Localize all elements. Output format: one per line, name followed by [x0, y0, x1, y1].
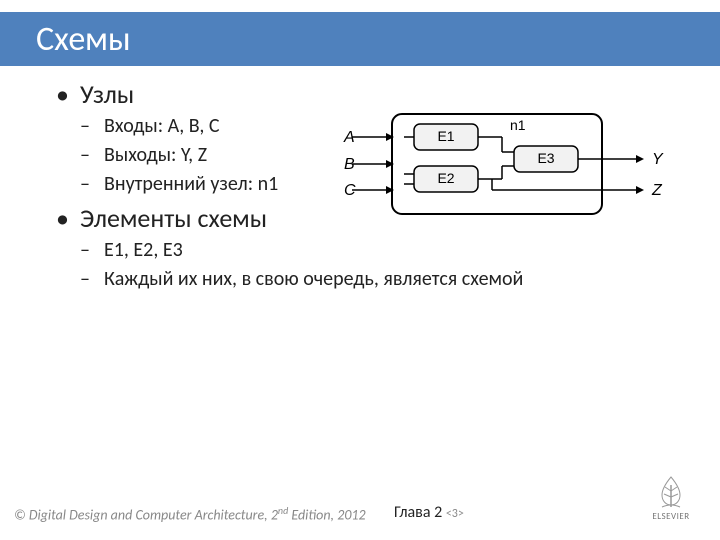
chapter-text: Глава 2 [394, 503, 446, 522]
label-Y: Y [652, 151, 664, 168]
element-E1-label: E1 [437, 128, 454, 144]
circuit-diagram: E1 E2 E3 [322, 104, 672, 224]
slide-number: <3> [446, 507, 464, 521]
copyright-pre: © Digital Design and Computer Architectu… [14, 507, 278, 524]
title-bar: Схемы [0, 12, 720, 66]
elsevier-tree-icon [652, 473, 690, 509]
copyright-sup: nd [278, 504, 288, 517]
label-n1: n1 [510, 117, 526, 133]
label-A: A [343, 129, 355, 146]
label-C: C [344, 182, 356, 199]
footer: © Digital Design and Computer Architectu… [0, 490, 720, 530]
bullet-elements-heading: Элементы схемы [80, 202, 267, 234]
element-E3-label: E3 [537, 150, 554, 166]
copyright-post: Edition, 2012 [288, 507, 365, 524]
element-E2-label: E2 [437, 170, 454, 186]
chapter-label: Глава 2 <3> [394, 503, 464, 522]
subbullet-element-note: Каждый их них, в свою очередь, является … [80, 267, 676, 291]
bullet-nodes-heading: Узлы [80, 78, 134, 110]
copyright-text: © Digital Design and Computer Architectu… [14, 504, 366, 524]
label-Z: Z [651, 182, 663, 199]
publisher-name: ELSEVIER [644, 511, 698, 522]
publisher-logo: ELSEVIER [644, 473, 698, 522]
slide-title: Схемы [36, 19, 131, 60]
label-B: B [344, 156, 355, 173]
slide: Схемы Узлы Входы: A, B, C Выходы: Y, Z В… [0, 0, 720, 540]
subbullet-element-list: E1, E2, E3 [80, 238, 676, 262]
